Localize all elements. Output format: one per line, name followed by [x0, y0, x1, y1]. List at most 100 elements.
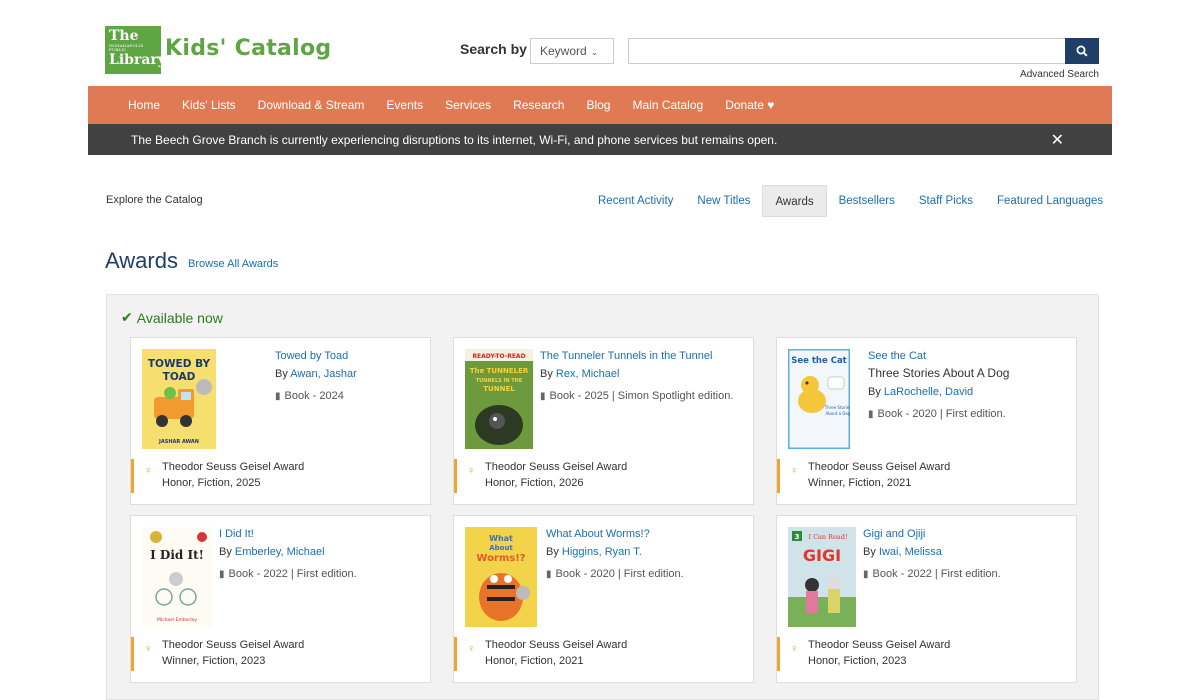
nav-item-download-stream[interactable]: Download & Stream: [258, 98, 365, 112]
tab-recent-activity[interactable]: Recent Activity: [586, 185, 685, 217]
book-format-text: Book - 2020 | First edition.: [555, 568, 684, 580]
book-card: What About Worms!? What About Worms!? By…: [453, 515, 754, 683]
svg-text:TUNNEL: TUNNEL: [483, 385, 515, 393]
book-format: ▮ Book - 2022 | First edition.: [863, 568, 1001, 580]
award-name: Theodor Seuss Geisel Award: [808, 461, 951, 473]
svg-text:TOAD: TOAD: [163, 371, 196, 383]
book-info: Gigi and Ojiji By Iwai, Melissa ▮ Book - …: [863, 528, 1001, 580]
award-ribbon-icon: ♀: [144, 465, 153, 477]
book-author-line: By Emberley, Michael: [219, 546, 357, 558]
book-cover[interactable]: 3 I Can Read! GIGI: [788, 527, 862, 627]
by-label: By: [546, 546, 559, 558]
svg-text:Three Stories: Three Stories: [824, 405, 850, 410]
book-icon: ▮: [540, 390, 546, 402]
author-link[interactable]: Iwai, Melissa: [879, 546, 942, 558]
award-name: Theodor Seuss Geisel Award: [162, 461, 305, 473]
advanced-search-link[interactable]: Advanced Search: [1020, 69, 1099, 80]
svg-text:See the Cat: See the Cat: [791, 356, 847, 366]
search-icon: [1076, 45, 1088, 57]
award-ribbon-icon: ♀: [790, 465, 799, 477]
book-icon: ▮: [219, 568, 225, 580]
book-card: TOWED BY TOAD JASHAR AWAN Towed by Toad …: [130, 337, 431, 505]
book-title-link[interactable]: Gigi and Ojiji: [863, 528, 1001, 540]
tab-featured-languages[interactable]: Featured Languages: [985, 185, 1115, 217]
author-link[interactable]: Higgins, Ryan T.: [562, 546, 642, 558]
library-logo[interactable]: The INDIANAPOLIS PUBLIC Library: [105, 26, 166, 74]
award-info: ♀ Theodor Seuss Geisel Award Honor, Fict…: [454, 637, 627, 671]
author-link[interactable]: LaRochelle, David: [884, 386, 973, 398]
nav-item-blog[interactable]: Blog: [586, 98, 610, 112]
tab-staff-picks[interactable]: Staff Picks: [907, 185, 985, 217]
award-detail: Honor, Fiction, 2025: [162, 477, 261, 489]
nav-item-donate[interactable]: Donate ♥: [725, 98, 774, 112]
book-format-text: Book - 2020 | First edition.: [877, 408, 1006, 420]
book-cover[interactable]: READY-TO-READ The TUNNELER TUNNELS IN TH…: [465, 349, 539, 449]
chevron-down-icon: ⌄: [590, 47, 599, 57]
book-title-link[interactable]: See the Cat: [868, 350, 1009, 362]
nav-item-main-catalog[interactable]: Main Catalog: [632, 98, 703, 112]
book-subtitle: Three Stories About A Dog: [868, 366, 1010, 380]
book-info: The Tunneler Tunnels in the Tunnel By Re…: [540, 350, 733, 402]
tab-new-titles[interactable]: New Titles: [685, 185, 762, 217]
book-format: ▮ Book - 2024: [275, 390, 357, 402]
book-format: ▮ Book - 2020 | First edition.: [546, 568, 684, 580]
svg-text:What: What: [489, 534, 513, 543]
logo-line-1: The: [109, 28, 139, 44]
author-link[interactable]: Rex, Michael: [556, 368, 620, 380]
book-author-line: By Awan, Jashar: [275, 368, 357, 380]
award-detail: Honor, Fiction, 2021: [485, 655, 584, 667]
awards-panel: ✔ Available now TOWED BY TOAD JASHAR AWA…: [106, 294, 1099, 700]
browse-all-awards-link[interactable]: Browse All Awards: [188, 258, 278, 270]
book-icon: ▮: [275, 390, 281, 402]
by-label: By: [219, 546, 232, 558]
svg-text:I Can Read!: I Can Read!: [808, 533, 847, 541]
tab-awards[interactable]: Awards: [762, 185, 827, 217]
tab-bestsellers[interactable]: Bestsellers: [827, 185, 907, 217]
book-icon: ▮: [863, 568, 869, 580]
nav-item-research[interactable]: Research: [513, 98, 564, 112]
nav-item-services[interactable]: Services: [445, 98, 491, 112]
book-cover[interactable]: See the Cat Three Stories About a Dog: [788, 349, 862, 449]
svg-text:Michael Emberley: Michael Emberley: [157, 617, 197, 623]
book-icon: ▮: [546, 568, 552, 580]
book-cover[interactable]: TOWED BY TOAD JASHAR AWAN: [142, 349, 216, 449]
nav-item-events[interactable]: Events: [386, 98, 423, 112]
book-card: I Did It! Michael Emberley I Did It! By …: [130, 515, 431, 683]
book-card: 3 I Can Read! GIGI Gigi and Ojiji By Iwa…: [776, 515, 1077, 683]
nav-item-kids-lists[interactable]: Kids' Lists: [182, 98, 236, 112]
award-detail: Winner, Fiction, 2023: [162, 655, 266, 667]
book-format-text: Book - 2022 | First edition.: [228, 568, 357, 580]
author-link[interactable]: Emberley, Michael: [235, 546, 325, 558]
main-nav: Home Kids' Lists Download & Stream Event…: [88, 86, 1112, 124]
award-info: ♀ Theodor Seuss Geisel Award Honor, Fict…: [777, 637, 950, 671]
book-info: I Did It! By Emberley, Michael ▮ Book - 2…: [219, 528, 357, 580]
book-title-link[interactable]: The Tunneler Tunnels in the Tunnel: [540, 350, 733, 362]
by-label: By: [540, 368, 553, 380]
award-ribbon-icon: ♀: [467, 465, 476, 477]
book-cover[interactable]: I Did It! Michael Emberley: [142, 527, 216, 627]
site-title[interactable]: Kids' Catalog: [165, 36, 331, 61]
book-author-line: By LaRochelle, David: [868, 386, 1009, 398]
svg-text:About a Dog: About a Dog: [826, 411, 850, 416]
book-info: What About Worms!? By Higgins, Ryan T. ▮…: [546, 528, 684, 580]
close-icon[interactable]: ✕: [1051, 130, 1064, 150]
search-type-select[interactable]: Keyword ⌄: [530, 38, 614, 64]
book-card: READY-TO-READ The TUNNELER TUNNELS IN TH…: [453, 337, 754, 505]
award-name: Theodor Seuss Geisel Award: [162, 639, 305, 651]
by-label: By: [275, 368, 288, 380]
search-button[interactable]: [1065, 38, 1099, 64]
book-title-link[interactable]: Towed by Toad: [275, 350, 357, 362]
book-format-text: Book - 2025 | Simon Spotlight edition.: [549, 390, 734, 402]
book-title-link[interactable]: I Did It!: [219, 528, 357, 540]
author-link[interactable]: Awan, Jashar: [290, 368, 356, 380]
alert-text: The Beech Grove Branch is currently expe…: [131, 132, 778, 147]
award-ribbon-icon: ♀: [790, 643, 799, 655]
book-format-text: Book - 2024: [284, 390, 344, 402]
book-card: See the Cat Three Stories About a Dog Se…: [776, 337, 1077, 505]
search-input[interactable]: [628, 38, 1066, 64]
nav-item-home[interactable]: Home: [128, 98, 160, 112]
award-ribbon-icon: ♀: [467, 643, 476, 655]
book-title-link[interactable]: What About Worms!?: [546, 528, 684, 540]
book-cover[interactable]: What About Worms!?: [465, 527, 539, 627]
page-title: Awards: [105, 248, 178, 273]
